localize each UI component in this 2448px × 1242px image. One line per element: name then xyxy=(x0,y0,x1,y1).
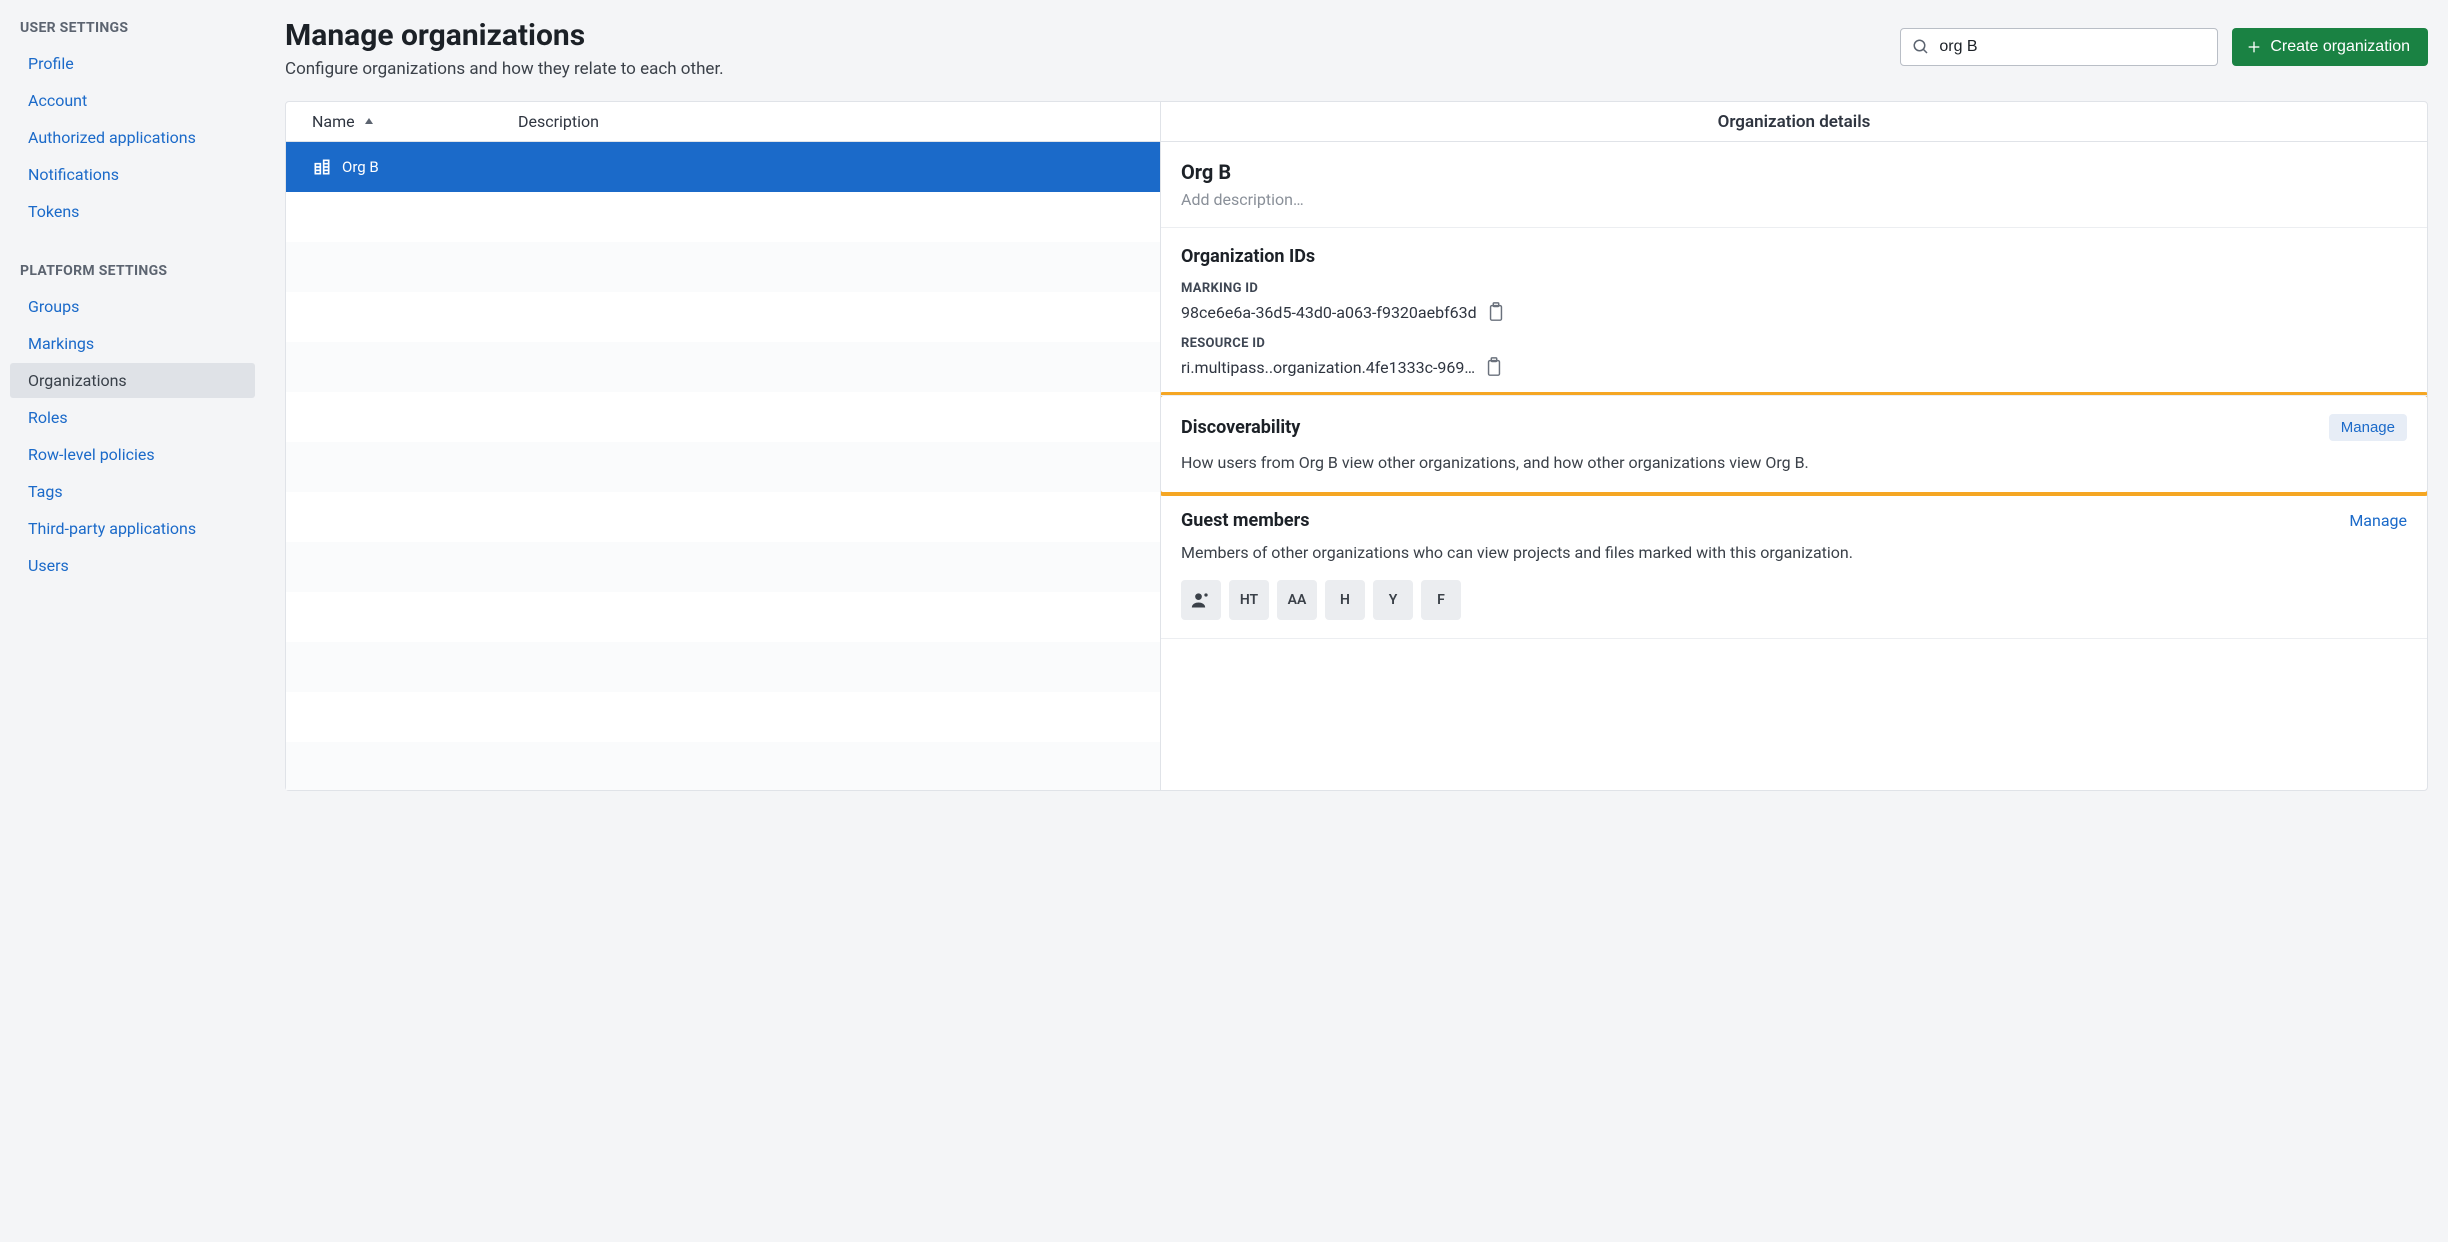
sidebar-item-users[interactable]: Users xyxy=(10,548,255,583)
sidebar-section-platform-settings: PLATFORM SETTINGS xyxy=(10,257,255,289)
discoverability-highlight: Discoverability Manage How users from Or… xyxy=(1161,392,2427,496)
create-organization-label: Create organization xyxy=(2270,38,2410,56)
table-row-empty xyxy=(286,492,1160,542)
sidebar-section-user-settings: USER SETTINGS xyxy=(10,14,255,46)
content-panel: Name Description Org B Organization deta… xyxy=(285,101,2428,791)
resource-id-value: ri.multipass..organization.4fe1333c-969… xyxy=(1181,358,1475,377)
organization-details: Organization details Org B Add descripti… xyxy=(1160,102,2427,790)
table-row-empty xyxy=(286,342,1160,392)
create-organization-button[interactable]: Create organization xyxy=(2232,28,2428,66)
table-row-empty xyxy=(286,642,1160,692)
organization-ids-title: Organization IDs xyxy=(1181,246,2407,267)
marking-id-label: MARKING ID xyxy=(1181,281,2407,296)
clipboard-icon[interactable] xyxy=(1485,357,1503,377)
resource-id-label: RESOURCE ID xyxy=(1181,336,2407,351)
sidebar: USER SETTINGS ProfileAccountAuthorized a… xyxy=(0,0,265,1242)
table-row-empty xyxy=(286,392,1160,442)
discoverability-description: How users from Org B view other organiza… xyxy=(1181,451,2407,474)
marking-id-value: 98ce6e6a-36d5-43d0-a063-f9320aebf63d xyxy=(1181,303,1477,322)
sidebar-item-third-party-applications[interactable]: Third-party applications xyxy=(10,511,255,546)
guest-badge[interactable]: AA xyxy=(1277,580,1317,620)
guest-badge[interactable]: F xyxy=(1421,580,1461,620)
details-title: Organization details xyxy=(1161,102,2427,142)
sidebar-item-tokens[interactable]: Tokens xyxy=(10,194,255,229)
table-row[interactable]: Org B xyxy=(286,142,1160,192)
guest-members-description: Members of other organizations who can v… xyxy=(1181,541,2407,564)
sidebar-item-row-level-policies[interactable]: Row-level policies xyxy=(10,437,255,472)
sidebar-item-tags[interactable]: Tags xyxy=(10,474,255,509)
guest-members-manage-link[interactable]: Manage xyxy=(2349,511,2407,530)
column-header-description[interactable]: Description xyxy=(518,112,1160,131)
sidebar-item-account[interactable]: Account xyxy=(10,83,255,118)
sidebar-item-organizations[interactable]: Organizations xyxy=(10,363,255,398)
table-row-name: Org B xyxy=(342,158,379,176)
person-icon xyxy=(1191,590,1211,610)
table-row-empty xyxy=(286,592,1160,642)
table-row-empty xyxy=(286,442,1160,492)
plus-icon xyxy=(2246,39,2262,55)
sidebar-item-authorized-applications[interactable]: Authorized applications xyxy=(10,120,255,155)
table-row-empty xyxy=(286,692,1160,742)
sidebar-item-groups[interactable]: Groups xyxy=(10,289,255,324)
sidebar-item-markings[interactable]: Markings xyxy=(10,326,255,361)
search-input[interactable] xyxy=(1900,28,2218,66)
table-row-empty xyxy=(286,742,1160,790)
guest-badge[interactable]: H xyxy=(1325,580,1365,620)
sort-asc-icon xyxy=(363,116,375,128)
column-header-name-label: Name xyxy=(312,112,355,131)
sidebar-item-notifications[interactable]: Notifications xyxy=(10,157,255,192)
discoverability-manage-button[interactable]: Manage xyxy=(2329,414,2407,441)
guest-badge-icon[interactable] xyxy=(1181,580,1221,620)
sidebar-item-profile[interactable]: Profile xyxy=(10,46,255,81)
page-title: Manage organizations xyxy=(285,18,724,53)
guest-members-title: Guest members xyxy=(1181,510,1309,531)
guest-badge[interactable]: HT xyxy=(1229,580,1269,620)
discoverability-title: Discoverability xyxy=(1181,417,1300,438)
main-content: Manage organizations Configure organizat… xyxy=(265,0,2448,1242)
sidebar-item-roles[interactable]: Roles xyxy=(10,400,255,435)
search-wrap xyxy=(1900,28,2218,66)
organization-icon xyxy=(312,157,332,177)
clipboard-icon[interactable] xyxy=(1487,302,1505,322)
table-row-empty xyxy=(286,242,1160,292)
table-row-empty xyxy=(286,192,1160,242)
column-header-name[interactable]: Name xyxy=(286,112,518,131)
guest-badge[interactable]: Y xyxy=(1373,580,1413,620)
table-row-empty xyxy=(286,542,1160,592)
table-row-empty xyxy=(286,292,1160,342)
details-org-name: Org B xyxy=(1181,160,2407,184)
org-table: Name Description Org B xyxy=(286,102,1160,790)
page-subtitle: Configure organizations and how they rel… xyxy=(285,59,724,79)
details-description-placeholder[interactable]: Add description… xyxy=(1181,190,2407,209)
search-icon xyxy=(1912,38,1930,56)
